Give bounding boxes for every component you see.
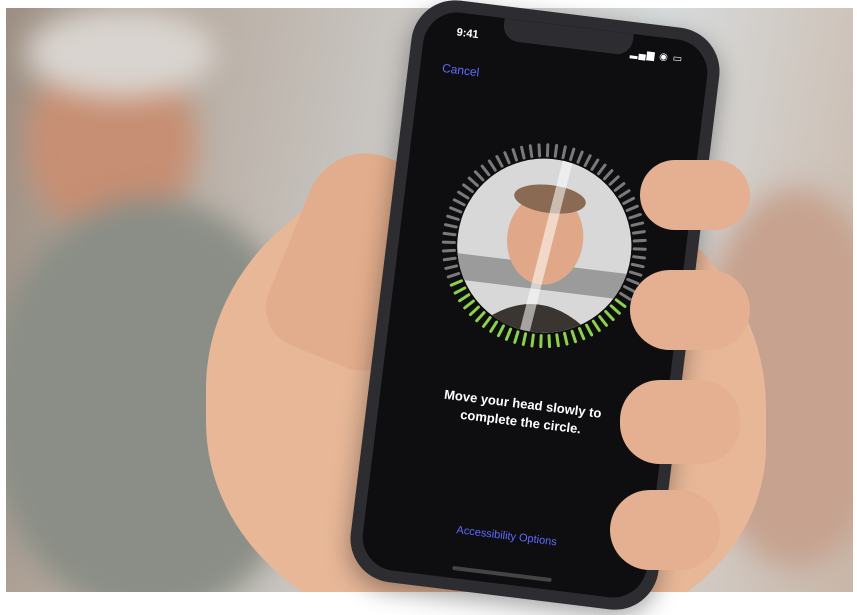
progress-tick-complete bbox=[458, 293, 471, 303]
progress-tick-complete bbox=[513, 330, 520, 344]
progress-tick-complete bbox=[585, 323, 594, 337]
progress-tick-pending bbox=[442, 256, 457, 262]
progress-tick-pending bbox=[441, 240, 456, 245]
progress-tick-pending bbox=[495, 155, 504, 168]
finger-1 bbox=[640, 160, 750, 230]
progress-tick-pending bbox=[441, 248, 456, 253]
progress-tick-pending bbox=[444, 223, 458, 229]
progress-tick-complete bbox=[555, 333, 560, 348]
progress-tick-pending bbox=[583, 154, 592, 168]
progress-tick-complete bbox=[570, 329, 578, 344]
progress-tick-pending bbox=[503, 151, 511, 165]
progress-tick-pending bbox=[576, 150, 584, 164]
progress-tick-complete bbox=[547, 334, 552, 349]
progress-tick-complete bbox=[521, 332, 528, 346]
accessibility-options-button[interactable]: Accessibility Options bbox=[364, 513, 649, 560]
fingers bbox=[610, 160, 770, 580]
progress-tick-pending bbox=[537, 143, 542, 158]
cancel-button[interactable]: Cancel bbox=[441, 61, 480, 79]
progress-tick-pending bbox=[480, 164, 491, 177]
progress-tick-complete bbox=[504, 327, 513, 341]
progress-tick-pending bbox=[553, 143, 559, 158]
progress-tick-pending bbox=[569, 147, 576, 162]
progress-tick-pending bbox=[528, 144, 534, 159]
progress-tick-pending bbox=[545, 143, 550, 158]
progress-tick-complete bbox=[563, 331, 569, 346]
progress-tick-complete bbox=[496, 324, 505, 338]
progress-tick-pending bbox=[487, 159, 497, 172]
progress-tick-complete bbox=[598, 315, 608, 327]
progress-tick-complete bbox=[482, 316, 492, 328]
notch bbox=[502, 18, 634, 56]
finger-3 bbox=[620, 380, 740, 464]
finger-2 bbox=[630, 270, 750, 350]
progress-tick-pending bbox=[446, 272, 461, 279]
progress-tick-complete bbox=[591, 319, 601, 332]
progress-tick-complete bbox=[468, 305, 480, 317]
progress-tick-pending bbox=[449, 206, 463, 214]
progress-tick-pending bbox=[452, 198, 466, 207]
progress-tick-pending bbox=[462, 183, 474, 194]
progress-tick-pending bbox=[596, 163, 607, 176]
progress-tick-pending bbox=[590, 158, 600, 171]
progress-tick-complete bbox=[475, 311, 486, 323]
progress-tick-complete bbox=[489, 320, 499, 333]
progress-tick-pending bbox=[561, 145, 567, 160]
progress-tick-pending bbox=[444, 264, 459, 270]
progress-tick-complete bbox=[463, 299, 475, 310]
progress-tick-pending bbox=[446, 214, 460, 221]
background-person-cap bbox=[26, 8, 216, 98]
progress-tick-complete bbox=[539, 334, 543, 349]
finger-4 bbox=[610, 490, 720, 570]
status-time: 9:41 bbox=[455, 26, 480, 42]
progress-tick-pending bbox=[473, 170, 485, 182]
progress-tick-pending bbox=[520, 145, 526, 160]
progress-tick-pending bbox=[511, 148, 518, 162]
progress-tick-complete bbox=[453, 286, 467, 295]
home-indicator[interactable] bbox=[452, 565, 552, 583]
progress-tick-complete bbox=[577, 327, 586, 341]
instruction-text: Move your head slowly to complete the ci… bbox=[407, 382, 636, 445]
progress-tick-pending bbox=[442, 231, 457, 237]
progress-tick-complete bbox=[530, 333, 535, 348]
progress-tick-pending bbox=[467, 176, 479, 187]
progress-tick-complete bbox=[449, 279, 463, 287]
status-icons: ▂▄▆ ◉ ▭ bbox=[629, 47, 684, 66]
progress-tick-pending bbox=[457, 190, 470, 200]
